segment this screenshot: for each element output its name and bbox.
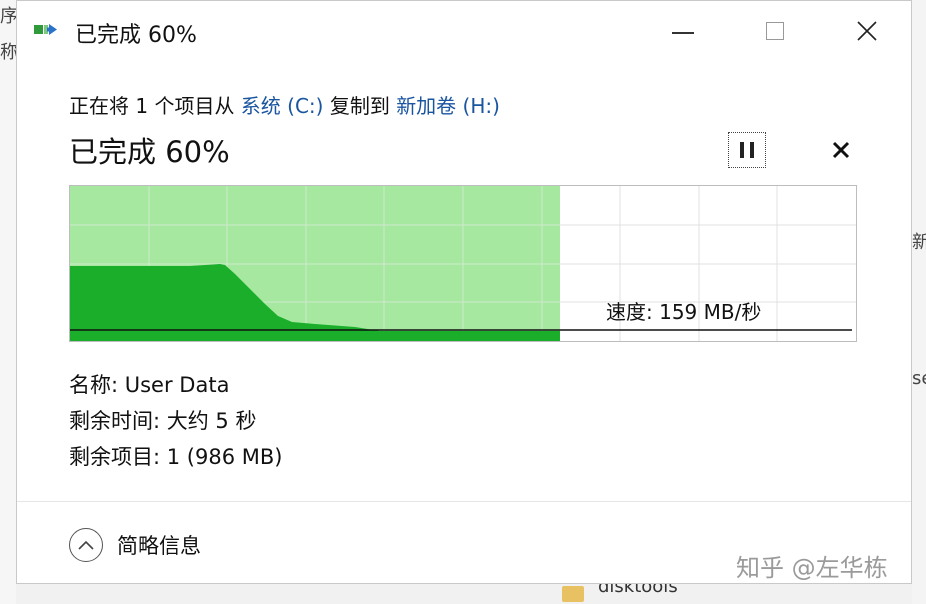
- source-link[interactable]: 系统 (C:): [241, 94, 324, 118]
- background-window-edge-right: [911, 0, 926, 604]
- items-remaining-label: 剩余项目: 1 (986 MB): [69, 445, 283, 469]
- copy-progress-icon: [34, 24, 57, 35]
- minimize-button[interactable]: [637, 1, 729, 61]
- window-title: 已完成 60%: [75, 23, 197, 48]
- background-text-fragment: se: [912, 368, 926, 389]
- background-file-list: [16, 582, 912, 604]
- cancel-x-icon: [832, 141, 850, 159]
- close-icon: [857, 21, 877, 41]
- background-text-fragment: 新: [912, 232, 926, 253]
- copy-middle: 复制到: [323, 94, 397, 118]
- time-remaining-label: 剩余时间: 大约 5 秒: [69, 409, 257, 433]
- title-bar[interactable]: 已完成 60%: [17, 1, 911, 61]
- speed-label: 速度: 159 MB/秒: [606, 300, 762, 324]
- file-name-label: 名称: User Data: [69, 373, 230, 397]
- copy-progress-dialog: 已完成 60% 正在将 1 个项目从 系统 (C:) 复制到 新加卷 (H:) …: [16, 0, 912, 584]
- pause-button[interactable]: [728, 132, 766, 168]
- footer-divider: [17, 501, 911, 502]
- background-window-edge-left: [0, 0, 17, 604]
- fewer-details-label: 简略信息: [117, 534, 201, 558]
- chevron-up-icon: [78, 540, 94, 550]
- maximize-icon: [766, 22, 784, 40]
- close-button[interactable]: [821, 1, 913, 61]
- cancel-button[interactable]: [827, 136, 855, 164]
- folder-icon: [562, 586, 584, 602]
- pause-icon: [740, 142, 744, 158]
- copy-description: 正在将 1 个项目从 系统 (C:) 复制到 新加卷 (H:): [69, 90, 500, 119]
- watermark: 知乎 @左华栋: [736, 554, 888, 582]
- chevron-up-circle-icon: [69, 528, 103, 562]
- maximize-button[interactable]: [729, 1, 821, 61]
- fewer-details-toggle[interactable]: 简略信息: [69, 528, 201, 562]
- copy-prefix: 正在将 1 个项目从: [69, 94, 241, 118]
- progress-status: 已完成 60%: [69, 135, 230, 169]
- destination-link[interactable]: 新加卷 (H:): [396, 94, 500, 118]
- minimize-icon: [672, 32, 694, 34]
